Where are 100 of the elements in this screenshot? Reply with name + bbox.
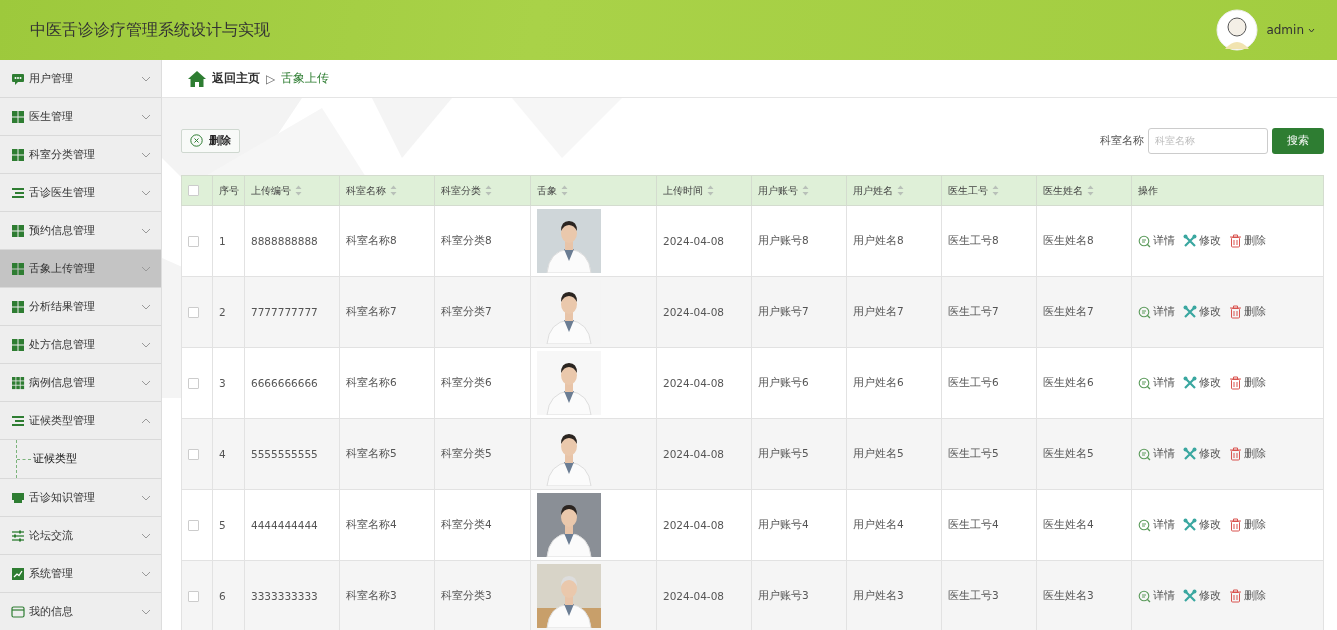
table-cell: 用户姓名3 (853, 589, 904, 601)
table-cell: 医生工号8 (948, 234, 999, 246)
delete-link[interactable]: 删除 (1229, 589, 1266, 603)
sort-icon[interactable] (707, 185, 714, 196)
row-checkbox[interactable] (188, 307, 199, 319)
edit-link[interactable]: 修改 (1183, 518, 1221, 532)
table-cell: 科室名称6 (346, 376, 397, 388)
table-cell: 用户姓名8 (853, 234, 904, 246)
details-link[interactable]: 详情 (1138, 234, 1175, 248)
sort-icon[interactable] (390, 185, 397, 196)
edit-link[interactable]: 修改 (1183, 305, 1221, 319)
row-checkbox[interactable] (188, 520, 199, 532)
sort-icon[interactable] (295, 185, 302, 196)
delete-link[interactable]: 删除 (1229, 518, 1266, 532)
tools-icon (1183, 518, 1197, 532)
user-menu[interactable]: admin (1266, 23, 1315, 37)
table-cell: 医生姓名8 (1043, 234, 1094, 246)
table-cell: 医生工号7 (948, 305, 999, 317)
table-cell: 7777777777 (251, 306, 318, 318)
table-cell: 用户姓名6 (853, 376, 904, 388)
table-cell: 科室名称4 (346, 518, 397, 530)
sidebar-item[interactable]: 分析结果管理 (0, 288, 161, 326)
table-cell: 5 (219, 519, 226, 531)
table-cell: 科室分类7 (441, 305, 492, 317)
sort-icon[interactable] (561, 185, 568, 196)
sort-icon[interactable] (802, 185, 809, 196)
table-cell: 2024-04-08 (663, 306, 725, 318)
trash-icon (1229, 376, 1242, 390)
details-link[interactable]: 详情 (1138, 518, 1175, 532)
home-icon[interactable] (188, 70, 206, 87)
row-checkbox[interactable] (188, 378, 199, 390)
details-link[interactable]: 详情 (1138, 589, 1175, 603)
sort-icon[interactable] (485, 185, 492, 196)
table-cell: 科室分类3 (441, 589, 492, 601)
trash-icon (1229, 234, 1242, 248)
sidebar-item[interactable]: 论坛交流 (0, 517, 161, 555)
table-cell: 科室分类5 (441, 447, 492, 459)
tools-icon (1183, 589, 1197, 603)
select-all-checkbox[interactable] (188, 185, 199, 197)
sort-icon[interactable] (1087, 185, 1094, 196)
edit-link[interactable]: 修改 (1183, 589, 1221, 603)
menu-icon (11, 109, 25, 124)
table-cell: 用户账号3 (758, 589, 809, 601)
column-header: 操作 (1138, 183, 1158, 198)
search-label: 科室名称 (1100, 133, 1144, 148)
table-cell: 1 (219, 235, 226, 247)
tools-icon (1183, 376, 1197, 390)
table-cell: 医生姓名3 (1043, 589, 1094, 601)
row-checkbox[interactable] (188, 236, 199, 248)
sort-icon[interactable] (897, 185, 904, 196)
close-circle-icon (190, 134, 203, 147)
delete-link[interactable]: 删除 (1229, 376, 1266, 390)
sidebar-item[interactable]: 舌象上传管理 (0, 250, 161, 288)
tools-icon (1183, 447, 1197, 461)
row-checkbox[interactable] (188, 591, 199, 603)
sidebar-item[interactable]: 用户管理 (0, 60, 161, 98)
table-cell: 2024-04-08 (663, 590, 725, 602)
edit-link[interactable]: 修改 (1183, 447, 1221, 461)
delete-link[interactable]: 删除 (1229, 305, 1266, 319)
table-cell: 用户账号4 (758, 518, 809, 530)
sidebar-item[interactable]: 舌诊医生管理 (0, 174, 161, 212)
sort-icon[interactable] (992, 185, 999, 196)
delete-link[interactable]: 删除 (1229, 447, 1266, 461)
table-cell: 用户账号7 (758, 305, 809, 317)
edit-link[interactable]: 修改 (1183, 376, 1221, 390)
details-link[interactable]: 详情 (1138, 447, 1175, 461)
sidebar-item[interactable]: 病例信息管理 (0, 364, 161, 402)
table-cell: 科室名称5 (346, 447, 397, 459)
submenu-item[interactable]: 证候类型 (33, 452, 77, 466)
details-link[interactable]: 详情 (1138, 376, 1175, 390)
sidebar-item[interactable]: 系统管理 (0, 555, 161, 593)
tree-connector (16, 440, 31, 478)
menu-icon (11, 223, 25, 238)
sidebar-item[interactable]: 处方信息管理 (0, 326, 161, 364)
table-cell: 医生姓名5 (1043, 447, 1094, 459)
edit-link[interactable]: 修改 (1183, 234, 1221, 248)
sidebar-item[interactable]: 医生管理 (0, 98, 161, 136)
row-checkbox[interactable] (188, 449, 199, 461)
sidebar-item[interactable]: 我的信息 (0, 593, 161, 630)
menu-icon (11, 299, 25, 314)
menu-icon (11, 528, 25, 543)
table-cell: 2024-04-08 (663, 519, 725, 531)
chevron-icon (141, 341, 151, 348)
tools-icon (1183, 305, 1197, 319)
chevron-icon (141, 608, 151, 615)
search-field[interactable]: 科室名称 (1148, 127, 1268, 154)
delete-link[interactable]: 删除 (1229, 234, 1266, 248)
table-cell: 6666666666 (251, 377, 318, 389)
column-header: 用户姓名 (853, 183, 893, 198)
table-cell: 用户姓名4 (853, 518, 904, 530)
table-cell: 4444444444 (251, 519, 318, 531)
search-button[interactable]: 搜索 (1272, 127, 1324, 154)
sidebar-item[interactable]: 证候类型管理 (0, 402, 161, 440)
trash-icon (1229, 518, 1242, 532)
avatar[interactable] (1216, 9, 1259, 51)
delete-button[interactable]: 删除 (181, 128, 240, 153)
details-link[interactable]: 详情 (1138, 305, 1175, 319)
sidebar-item[interactable]: 科室分类管理 (0, 136, 161, 174)
sidebar-item[interactable]: 舌诊知识管理 (0, 479, 161, 517)
home-link[interactable]: 返回主页 (212, 70, 260, 87)
